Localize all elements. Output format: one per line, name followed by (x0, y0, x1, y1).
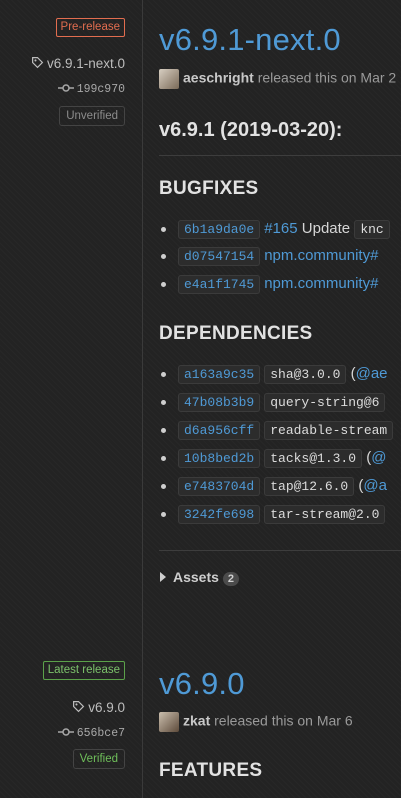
assets-toggle[interactable]: Assets 2 (159, 569, 240, 586)
commit-link[interactable]: 6b1a9da0e (178, 220, 261, 239)
commit-icon (57, 84, 74, 92)
tag-row[interactable]: v6.9.0 (72, 700, 125, 715)
tag-icon (73, 701, 85, 713)
user-link[interactable]: @ (371, 449, 386, 466)
released-text: released this on Mar 6 (214, 712, 353, 729)
features-heading: FEATURES (159, 760, 263, 781)
list-item: e4a1f1745 npm.community# (161, 275, 378, 294)
divider (159, 155, 401, 156)
commit-link[interactable]: d6a956cff (178, 421, 261, 440)
latest-release-badge: Latest release (42, 661, 125, 680)
commit-icon (57, 728, 74, 736)
list-item: a163a9c35 sha@3.0.0 (@ae (161, 365, 388, 384)
commit-sha[interactable]: 656bce7 (77, 727, 125, 740)
tag-icon (31, 57, 44, 69)
inline-code: knc (354, 220, 390, 239)
prerelease-badge: Pre-release (55, 18, 125, 37)
commit-row[interactable]: 199c970 (57, 83, 125, 96)
released-text: released this on Mar 2 (257, 69, 397, 86)
release-author-line: zkat released this on Mar 6 (159, 712, 353, 732)
tag-name[interactable]: v6.9.0 (88, 700, 125, 715)
release-heading: v6.9.1 (2019-03-20): (159, 119, 343, 141)
commit-link[interactable]: d07547154 (178, 247, 261, 266)
community-link[interactable]: npm.community# (264, 247, 378, 264)
assets-label: Assets (173, 569, 219, 585)
package-code: tap@12.6.0 (264, 477, 355, 496)
release-sidebar: Pre-release v6.9.1-next.0 199c970 Unveri… (0, 0, 143, 798)
user-link[interactable]: @a (363, 477, 387, 494)
list-item: d07547154 npm.community# (161, 247, 378, 266)
author-name[interactable]: aeschright (183, 70, 254, 86)
tag-row[interactable]: v6.9.1-next.0 (31, 56, 125, 71)
tag-name[interactable]: v6.9.1-next.0 (47, 56, 125, 71)
item-text: Update (301, 220, 351, 237)
unverified-badge[interactable]: Unverified (59, 106, 125, 126)
list-item: 47b08b3b9 query-string@6 (161, 393, 386, 412)
commit-link[interactable]: 3242fe698 (178, 505, 261, 524)
author-name[interactable]: zkat (183, 713, 210, 729)
list-item: d6a956cff readable-stream (161, 421, 394, 440)
list-item: 3242fe698 tar-stream@2.0 (161, 505, 386, 524)
commit-link[interactable]: 10b8bed2b (178, 449, 261, 468)
avatar[interactable] (159, 69, 179, 89)
list-item: 6b1a9da0e #165 Update knc (161, 220, 390, 239)
package-code: tar-stream@2.0 (264, 505, 386, 524)
community-link[interactable]: npm.community# (264, 275, 378, 292)
commit-row[interactable]: 656bce7 (57, 727, 125, 740)
avatar[interactable] (159, 712, 179, 732)
list-item: 10b8bed2b tacks@1.3.0 (@ (161, 449, 386, 468)
assets-count: 2 (222, 572, 240, 586)
package-code: readable-stream (264, 421, 394, 440)
package-code: sha@3.0.0 (264, 365, 347, 384)
release-title[interactable]: v6.9.0 (159, 666, 245, 702)
user-link[interactable]: @ae (356, 365, 388, 382)
release-title[interactable]: v6.9.1-next.0 (159, 22, 341, 58)
list-item: e7483704d tap@12.6.0 (@a (161, 477, 387, 496)
commit-link[interactable]: 47b08b3b9 (178, 393, 261, 412)
release-author-line: aeschright released this on Mar 2 (159, 69, 396, 89)
package-code: query-string@6 (264, 393, 386, 412)
verified-badge[interactable]: Verified (72, 749, 125, 769)
issue-link[interactable]: #165 (264, 220, 297, 237)
release-notes: v6.9.1-next.0 aeschright released this o… (159, 0, 401, 798)
commit-link[interactable]: e4a1f1745 (178, 275, 261, 294)
bugfixes-heading: BUGFIXES (159, 178, 259, 199)
caret-right-icon (160, 572, 166, 582)
dependencies-heading: DEPENDENCIES (159, 323, 313, 344)
commit-sha[interactable]: 199c970 (77, 83, 125, 96)
commit-link[interactable]: a163a9c35 (178, 365, 261, 384)
package-code: tacks@1.3.0 (264, 449, 363, 468)
commit-link[interactable]: e7483704d (178, 477, 261, 496)
divider (159, 550, 401, 551)
